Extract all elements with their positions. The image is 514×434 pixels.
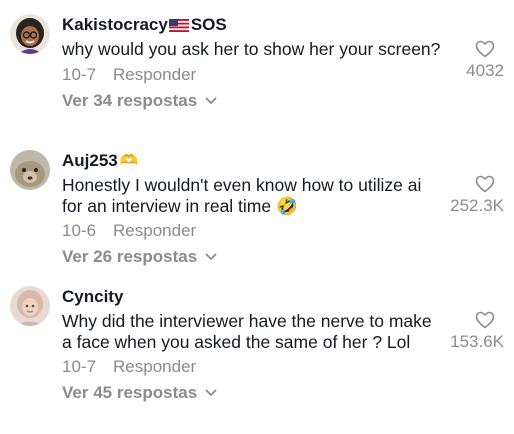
reply-button[interactable]: Responder — [113, 221, 196, 240]
avatar[interactable] — [10, 14, 50, 54]
avatar[interactable] — [10, 286, 50, 326]
comment-date: 10-7 — [62, 64, 97, 84]
chevron-down-icon — [205, 253, 217, 260]
comment-date: 10-7 — [62, 357, 97, 376]
username-text: Auj253 — [62, 151, 118, 170]
chevron-down-icon — [205, 389, 217, 396]
comment-text: why would you ask her to show her your s… — [62, 39, 441, 59]
heart-outline-icon[interactable] — [475, 175, 495, 193]
us-flag-icon — [168, 18, 189, 32]
heart-hands-emoji: 🫶 — [119, 152, 139, 169]
comment-username[interactable]: Kakistocracy SOS — [62, 14, 442, 36]
comment-text: Why did the interviewer have the nerve t… — [62, 311, 432, 352]
view-replies-label: Ver 45 respostas — [62, 383, 198, 402]
reply-button[interactable]: Responder — [113, 65, 196, 84]
view-replies-button[interactable]: Ver 26 respostas — [62, 246, 442, 268]
comment-date: 10-6 — [62, 221, 97, 240]
view-replies-label: Ver 34 respostas — [62, 90, 198, 110]
heart-outline-icon[interactable] — [475, 40, 495, 58]
username-text: Cyncity — [62, 287, 124, 306]
like-count: 153.6K — [450, 332, 504, 351]
comment-meta: 10-6 Responder — [62, 220, 442, 242]
chevron-down-icon — [205, 97, 217, 104]
like-count: 252.3K — [450, 196, 504, 215]
avatar[interactable] — [10, 150, 50, 190]
view-replies-label: Ver 26 respostas — [62, 247, 198, 266]
view-replies-button[interactable]: Ver 45 respostas — [62, 382, 442, 404]
like-area: 153.6K — [424, 311, 504, 353]
comment-meta: 10-7 Responder — [62, 356, 442, 378]
comment-meta: 10-7 Responder — [62, 64, 442, 86]
heart-outline-icon[interactable] — [475, 311, 495, 329]
comment-text: Honestly I wouldn't even know how to uti… — [62, 175, 422, 216]
comment-username[interactable]: Auj253 🫶 — [62, 150, 442, 172]
like-area: 4032 — [424, 40, 504, 82]
view-replies-button[interactable]: Ver 34 respostas — [62, 90, 442, 112]
like-count: 4032 — [466, 61, 504, 80]
username-text: Kakistocracy — [62, 15, 168, 34]
reply-button[interactable]: Responder — [113, 357, 196, 376]
like-area: 252.3K — [424, 175, 504, 217]
username-suffix: SOS — [190, 15, 227, 34]
comment-username[interactable]: Cyncity — [62, 286, 442, 308]
